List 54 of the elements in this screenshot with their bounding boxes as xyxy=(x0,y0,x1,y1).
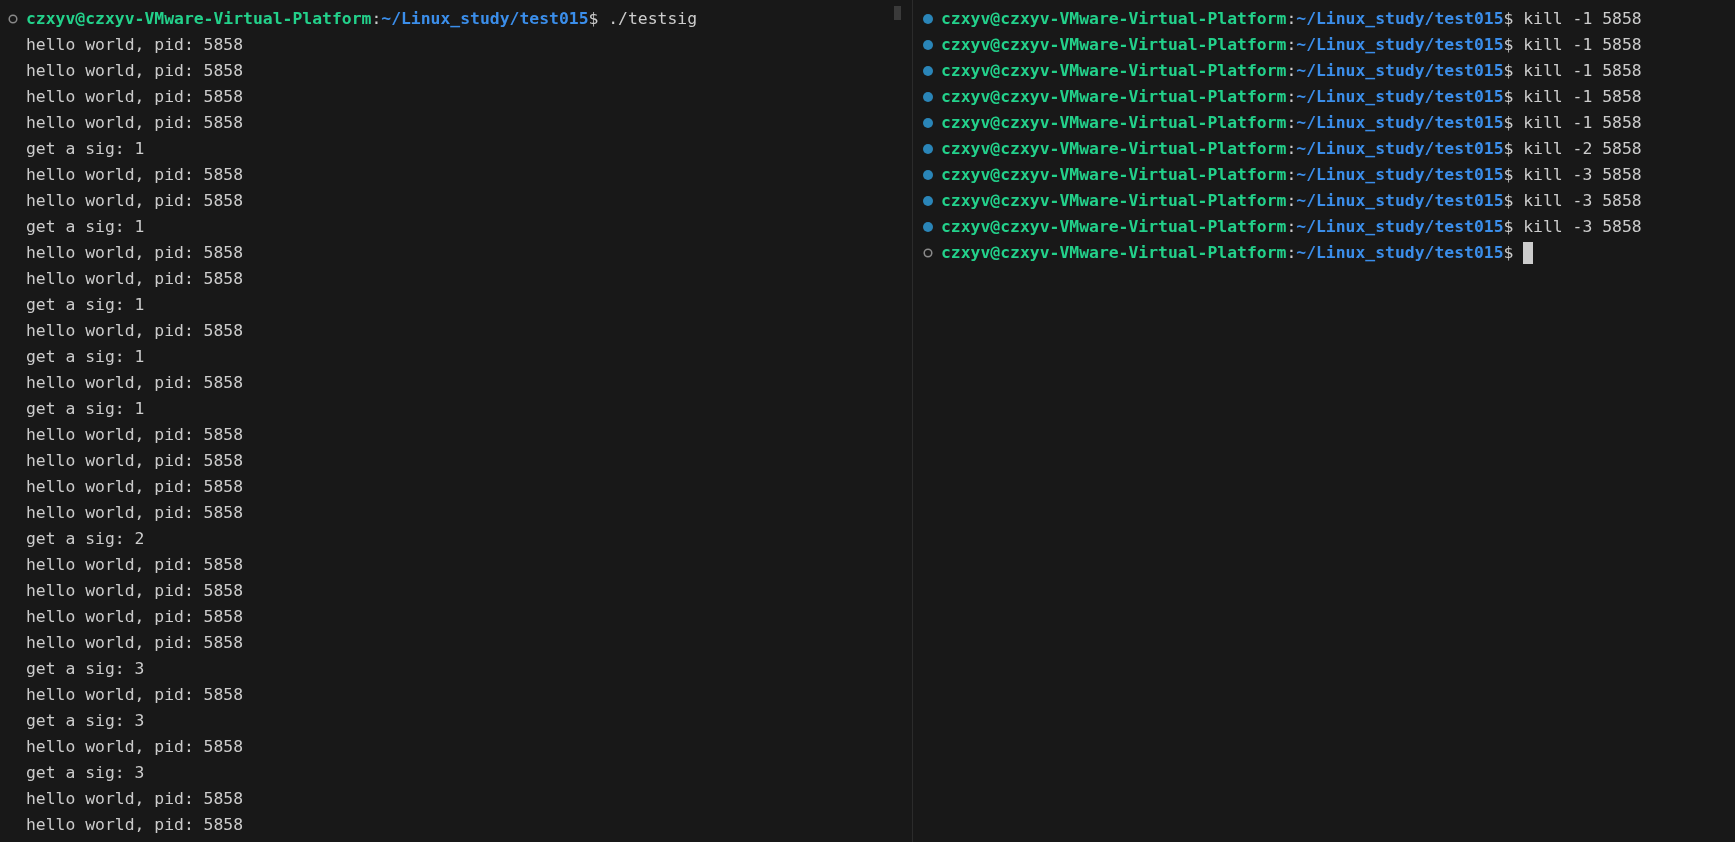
prompt-line: czxyv@czxyv-VMware-Virtual-Platform:~/Linux_study/test015$ kill -3 5858 xyxy=(941,216,1642,238)
success-dot-icon[interactable] xyxy=(923,170,933,180)
output-line: hello world, pid: 5858 xyxy=(26,554,244,576)
output-line: hello world, pid: 5858 xyxy=(26,632,244,654)
output-line: hello world, pid: 5858 xyxy=(26,476,244,498)
output-line: hello world, pid: 5858 xyxy=(26,86,244,108)
output-line: hello world, pid: 5858 xyxy=(26,164,244,186)
output-line: get a sig: 3 xyxy=(26,710,145,732)
output-line: hello world, pid: 5858 xyxy=(26,242,244,264)
success-dot-icon[interactable] xyxy=(923,66,933,76)
prompt-line: czxyv@czxyv-VMware-Virtual-Platform:~/Linux_study/test015$ kill -2 5858 xyxy=(941,138,1642,160)
prompt-line: czxyv@czxyv-VMware-Virtual-Platform:~/Linux_study/test015$ kill -1 5858 xyxy=(941,34,1642,56)
prompt-line: czxyv@czxyv-VMware-Virtual-Platform:~/Linux_study/test015$ ./testsig xyxy=(26,8,698,30)
output-line: hello world, pid: 5858 xyxy=(26,502,244,524)
output-line: get a sig: 3 xyxy=(26,762,145,784)
output-line: hello world, pid: 5858 xyxy=(26,424,244,446)
success-dot-icon[interactable] xyxy=(923,14,933,24)
output-line: hello world, pid: 5858 xyxy=(26,580,244,602)
output-line: get a sig: 1 xyxy=(26,138,145,160)
output-line: hello world, pid: 5858 xyxy=(26,814,244,836)
success-dot-icon[interactable] xyxy=(923,92,933,102)
success-dot-icon[interactable] xyxy=(923,118,933,128)
prompt-line: czxyv@czxyv-VMware-Virtual-Platform:~/Linux_study/test015$ kill -1 5858 xyxy=(941,8,1642,30)
output-line: hello world, pid: 5858 xyxy=(26,684,244,706)
prompt-line: czxyv@czxyv-VMware-Virtual-Platform:~/Linux_study/test015$ kill -1 5858 xyxy=(941,60,1642,82)
output-line: hello world, pid: 5858 xyxy=(26,112,244,134)
output-line: get a sig: 3 xyxy=(26,658,145,680)
output-line: hello world, pid: 5858 xyxy=(26,320,244,342)
prompt-line: czxyv@czxyv-VMware-Virtual-Platform:~/Linux_study/test015$ kill -3 5858 xyxy=(941,190,1642,212)
output-line: hello world, pid: 5858 xyxy=(26,450,244,472)
output-line: get a sig: 1 xyxy=(26,216,145,238)
output-line: hello world, pid: 5858 xyxy=(26,268,244,290)
output-line: hello world, pid: 5858 xyxy=(26,372,244,394)
success-dot-icon[interactable] xyxy=(923,40,933,50)
output-line: get a sig: 2 xyxy=(26,528,145,550)
output-line: hello world, pid: 5858 xyxy=(26,60,244,82)
success-dot-icon[interactable] xyxy=(923,196,933,206)
success-dot-icon[interactable] xyxy=(923,222,933,232)
circle-icon[interactable] xyxy=(923,248,933,258)
output-line: hello world, pid: 5858 xyxy=(26,788,244,810)
output-line: hello world, pid: 5858 xyxy=(26,34,244,56)
prompt-line: czxyv@czxyv-VMware-Virtual-Platform:~/Linux_study/test015$ kill -1 5858 xyxy=(941,86,1642,108)
output-line: hello world, pid: 5858 xyxy=(26,190,244,212)
output-line: hello world, pid: 5858 xyxy=(26,606,244,628)
scrollbar-thumb[interactable] xyxy=(894,6,901,20)
output-line: hello world, pid: 5858 xyxy=(26,736,244,758)
prompt-line: czxyv@czxyv-VMware-Virtual-Platform:~/Linux_study/test015$ xyxy=(941,242,1514,264)
success-dot-icon[interactable] xyxy=(923,144,933,154)
output-line: get a sig: 1 xyxy=(26,346,145,368)
prompt-line: czxyv@czxyv-VMware-Virtual-Platform:~/Linux_study/test015$ kill -3 5858 xyxy=(941,164,1642,186)
circle-icon[interactable] xyxy=(8,14,18,24)
output-line: get a sig: 1 xyxy=(26,398,145,420)
output-line: get a sig: 1 xyxy=(26,294,145,316)
prompt-line: czxyv@czxyv-VMware-Virtual-Platform:~/Linux_study/test015$ kill -1 5858 xyxy=(941,112,1642,134)
